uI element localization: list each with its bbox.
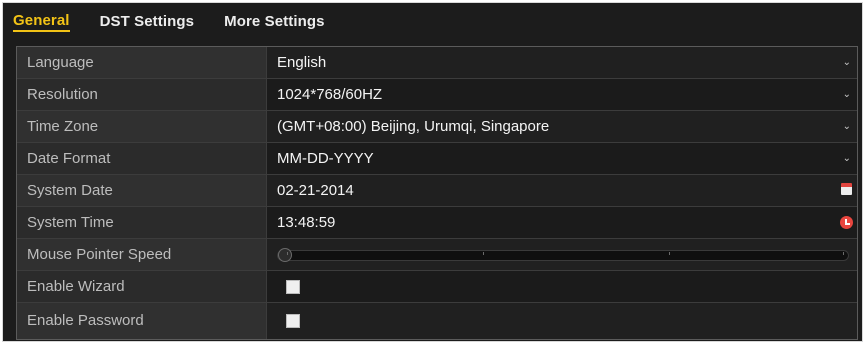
time-zone-select[interactable]: (GMT+08:00) Beijing, Urumqi, Singapore ⌄ bbox=[267, 111, 857, 142]
chevron-down-icon[interactable]: ⌄ bbox=[843, 143, 851, 174]
date-format-select[interactable]: MM-DD-YYYY ⌄ bbox=[267, 143, 857, 174]
date-format-value: MM-DD-YYYY bbox=[277, 150, 374, 167]
chevron-down-icon[interactable]: ⌄ bbox=[843, 47, 851, 78]
time-zone-label: Time Zone bbox=[17, 111, 267, 142]
system-time-row: System Time 13:48:59 bbox=[17, 207, 857, 239]
mouse-pointer-speed-row: Mouse Pointer Speed bbox=[17, 239, 857, 271]
language-select[interactable]: English ⌄ bbox=[267, 47, 857, 78]
calendar-icon[interactable] bbox=[841, 183, 852, 195]
enable-password-row: Enable Password bbox=[17, 303, 857, 339]
language-value: English bbox=[277, 54, 327, 71]
enable-password-label: Enable Password bbox=[17, 303, 267, 339]
slider-handle[interactable] bbox=[278, 248, 292, 262]
language-label: Language bbox=[17, 47, 267, 78]
tab-dst-settings[interactable]: DST Settings bbox=[100, 11, 195, 32]
slider-tick bbox=[843, 252, 844, 255]
slider-tick bbox=[483, 252, 484, 255]
chevron-down-icon[interactable]: ⌄ bbox=[843, 79, 851, 110]
enable-wizard-label: Enable Wizard bbox=[17, 271, 267, 302]
mouse-pointer-speed-label: Mouse Pointer Speed bbox=[17, 239, 267, 270]
settings-tabs: General DST Settings More Settings bbox=[13, 7, 355, 35]
enable-wizard-cell bbox=[267, 271, 857, 302]
system-time-field[interactable]: 13:48:59 bbox=[267, 207, 857, 238]
date-format-label: Date Format bbox=[17, 143, 267, 174]
tab-general[interactable]: General bbox=[13, 10, 70, 32]
slider-tick bbox=[287, 252, 288, 255]
slider-tick bbox=[669, 252, 670, 255]
enable-wizard-checkbox[interactable] bbox=[286, 280, 300, 294]
tab-more-settings[interactable]: More Settings bbox=[224, 11, 324, 32]
language-row: Language English ⌄ bbox=[17, 47, 857, 79]
date-format-row: Date Format MM-DD-YYYY ⌄ bbox=[17, 143, 857, 175]
resolution-row: Resolution 1024*768/60HZ ⌄ bbox=[17, 79, 857, 111]
chevron-down-icon[interactable]: ⌄ bbox=[843, 111, 851, 142]
mouse-pointer-speed-control bbox=[267, 239, 857, 270]
time-zone-row: Time Zone (GMT+08:00) Beijing, Urumqi, S… bbox=[17, 111, 857, 143]
resolution-label: Resolution bbox=[17, 79, 267, 110]
resolution-value: 1024*768/60HZ bbox=[277, 86, 383, 103]
system-date-value: 02-21-2014 bbox=[277, 182, 354, 199]
mouse-pointer-speed-slider[interactable] bbox=[277, 248, 849, 262]
enable-password-cell bbox=[267, 303, 857, 339]
settings-panel: Language English ⌄ Resolution 1024*768/6… bbox=[16, 46, 858, 340]
system-date-row: System Date 02-21-2014 bbox=[17, 175, 857, 207]
general-settings-window: General DST Settings More Settings Langu… bbox=[2, 2, 863, 342]
system-date-field[interactable]: 02-21-2014 bbox=[267, 175, 857, 206]
enable-password-checkbox[interactable] bbox=[286, 314, 300, 328]
system-date-label: System Date bbox=[17, 175, 267, 206]
enable-wizard-row: Enable Wizard bbox=[17, 271, 857, 303]
clock-icon[interactable] bbox=[840, 216, 853, 229]
time-zone-value: (GMT+08:00) Beijing, Urumqi, Singapore bbox=[277, 118, 550, 135]
system-time-value: 13:48:59 bbox=[277, 214, 336, 231]
system-time-label: System Time bbox=[17, 207, 267, 238]
resolution-select[interactable]: 1024*768/60HZ ⌄ bbox=[267, 79, 857, 110]
